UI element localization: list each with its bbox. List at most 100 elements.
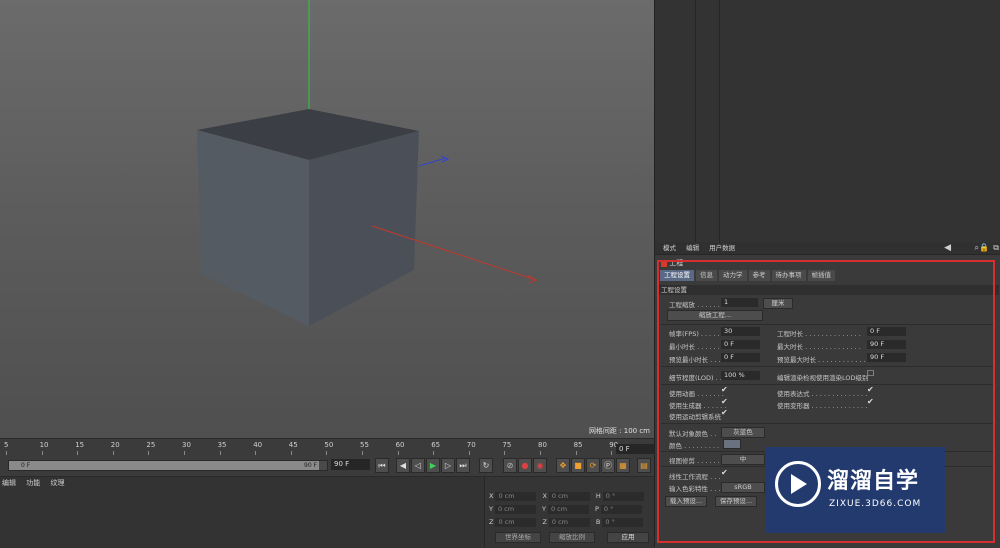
z-axis-line — [418, 157, 447, 167]
timeline-tick-label: 10 — [39, 441, 49, 449]
timeline-tick-mark — [219, 451, 221, 455]
axis-label: Y — [489, 505, 493, 513]
position-x-field[interactable]: 0 cm — [495, 491, 537, 501]
timeline-tick-mark — [504, 451, 506, 455]
timeline-tick-label: 5 — [4, 441, 9, 449]
timeline-scrub-bar[interactable]: 0 F 90 F — [8, 460, 328, 471]
timeline-tick-label: 80 — [538, 441, 547, 449]
timeline-tick-mark — [575, 451, 577, 455]
timeline[interactable]: 5 10 15 20 25 30 35 40 45 50 55 60 65 70 75 80 85 90 0 F … — [0, 438, 655, 477]
play-icon[interactable]: ▶ — [426, 458, 440, 473]
timeline-tick-label: 35 — [217, 441, 227, 449]
current-frame-field[interactable]: 0 F — [616, 444, 655, 454]
grid-key-icon[interactable]: ▦ — [616, 458, 630, 473]
attribute-menubar: 模式 编辑 用户数据 ◀ ⌕ 🔒 ⧉ — [655, 242, 1000, 255]
timeline-tick-label: 65 — [431, 441, 441, 449]
coordinates-manager[interactable]: X0 cm X 0 cm H 0 ° Y0 cm Y 0 cm P 0 ° Z0 cm Z 0 cm… — [484, 476, 655, 548]
timeline-tick-mark — [290, 451, 292, 455]
menu-edit[interactable]: 编辑 — [2, 478, 16, 488]
move-icon[interactable]: ✥ — [556, 458, 570, 473]
timeline-tick-label: 75 — [502, 441, 512, 449]
material-manager[interactable]: 编辑 功能 纹理 — [0, 476, 484, 548]
timeline-tick-mark — [148, 451, 150, 455]
position-y-field[interactable]: 0 cm — [494, 504, 536, 514]
position-z-field[interactable]: 0 cm — [495, 517, 537, 527]
menu-user-data[interactable]: 用户数据 — [709, 244, 735, 252]
material-menubar: 编辑 功能 纹理 — [2, 478, 72, 488]
play-back-icon[interactable]: ◁ — [411, 458, 425, 473]
timeline-tick-mark — [112, 451, 114, 455]
watermark-brand: 溜溜自学 — [827, 469, 920, 494]
timeline-tick-mark — [433, 451, 435, 455]
param-icon[interactable]: Ⓟ — [601, 458, 615, 473]
timeline-tick-label: 20 — [110, 441, 120, 449]
size-z-field[interactable]: 0 cm — [548, 517, 590, 527]
x-axis-arrow — [527, 275, 538, 284]
column-divider — [695, 0, 696, 242]
scrub-end-label: 90 F — [304, 462, 317, 469]
rotate-icon[interactable]: ⟳ — [586, 458, 600, 473]
next-key-icon[interactable]: ▷ — [441, 458, 455, 473]
timeline-tick-mark — [184, 451, 185, 455]
size-y-field[interactable]: 0 cm — [547, 504, 589, 514]
loop-icon[interactable]: ↻ — [479, 458, 493, 473]
timeline-tick-label: 70 — [466, 441, 476, 449]
timeline-tick-mark — [362, 451, 363, 455]
timeline-tick-label: 85 — [573, 441, 583, 449]
viewport-canvas — [197, 0, 538, 326]
axis-label: H — [595, 492, 601, 500]
no-entry-icon[interactable]: ⊘ — [503, 458, 517, 473]
rotation-b-field[interactable]: 0 ° — [602, 517, 644, 527]
menu-function[interactable]: 功能 — [26, 478, 40, 488]
prev-key-icon[interactable]: ◀ — [396, 458, 410, 473]
watermark: 溜溜自学 ZIXUE.3D66.COM — [765, 447, 945, 533]
size-x-field[interactable]: 0 cm — [548, 491, 590, 501]
autokey-icon[interactable]: ◉ — [533, 458, 547, 473]
axis-label: B — [595, 518, 601, 526]
grid-spacing-label: 网格间距 : 100 cm — [588, 427, 650, 435]
scale-icon[interactable]: ■ — [571, 458, 585, 473]
end-frame-field[interactable]: 90 F — [331, 459, 370, 470]
axis-label: Z — [489, 518, 494, 526]
record-icon[interactable]: ● — [518, 458, 532, 473]
rotation-h-field[interactable]: 0 ° — [602, 491, 644, 501]
coord-row: X0 cm X 0 cm H 0 ° — [489, 491, 650, 501]
go-end-icon[interactable]: ⏭ — [456, 458, 470, 473]
column-divider — [719, 0, 720, 242]
go-start-icon[interactable]: ⏮ — [375, 458, 389, 473]
timeline-tick-mark — [397, 451, 399, 455]
back-arrow-icon[interactable]: ◀ — [944, 242, 951, 254]
timeline-tick-mark — [41, 451, 43, 455]
lock-icon[interactable]: 🔒 — [979, 242, 989, 254]
object-manager[interactable] — [654, 0, 1000, 242]
new-window-icon[interactable]: ⧉ — [993, 242, 999, 254]
world-coords-dropdown[interactable]: 世界坐标 — [495, 532, 541, 543]
axis-label: Y — [541, 505, 546, 513]
timeline-tick-label: 25 — [146, 441, 156, 449]
apply-button[interactable]: 应用 — [607, 532, 649, 543]
timeline-tick-label: 15 — [75, 441, 85, 449]
timeline-tick-label: 55 — [360, 441, 369, 449]
timeline-tick-label: 50 — [324, 441, 334, 449]
coord-row: Z0 cm Z 0 cm B 0 ° — [489, 517, 649, 527]
viewport-3d[interactable]: 网格间距 : 100 cm — [0, 0, 654, 438]
timeline-tick-label: 40 — [253, 441, 263, 449]
menu-edit[interactable]: 编辑 — [686, 244, 699, 252]
scrub-handle[interactable] — [9, 461, 319, 470]
film-icon[interactable]: ▤ — [637, 458, 651, 473]
timeline-tick-mark — [77, 451, 79, 455]
scale-mode-dropdown[interactable]: 缩放比例 — [549, 532, 595, 543]
play-logo-icon — [791, 474, 807, 494]
timeline-tick-label: 45 — [288, 441, 298, 449]
menu-texture[interactable]: 纹理 — [50, 478, 64, 488]
timeline-tick-mark — [540, 451, 541, 455]
coord-row: Y0 cm Y 0 cm P 0 ° — [489, 504, 648, 514]
axis-label: X — [542, 492, 547, 500]
cube-right-face — [309, 131, 419, 326]
rotation-p-field[interactable]: 0 ° — [600, 504, 642, 514]
menu-mode[interactable]: 模式 — [663, 244, 676, 252]
timeline-tick-label: 60 — [395, 441, 405, 449]
timeline-tick-mark — [468, 451, 470, 455]
cube-left-face — [197, 130, 309, 326]
watermark-url: ZIXUE.3D66.COM — [829, 499, 922, 509]
